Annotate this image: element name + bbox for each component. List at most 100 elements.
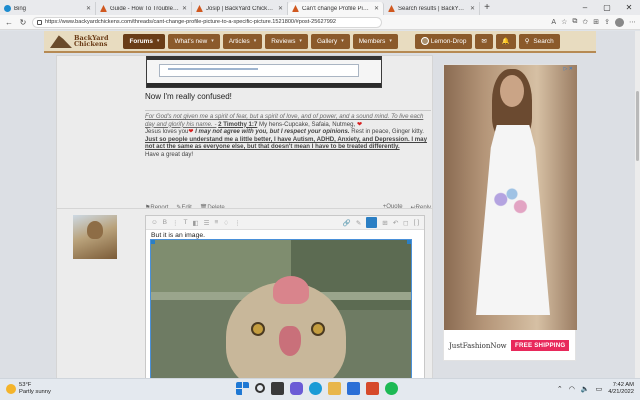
forum-post: Now I'm really confused! For God's not g… — [56, 55, 433, 225]
scrollbar-thumb[interactable] — [636, 91, 639, 161]
search-icon[interactable] — [255, 383, 265, 393]
close-icon[interactable]: ✕ — [278, 5, 283, 12]
nav-reviews[interactable]: Reviews ▾ — [265, 33, 308, 49]
profile-avatar[interactable] — [615, 17, 624, 27]
tab-title: Bing — [14, 5, 27, 12]
signature-reference[interactable]: 2 Timothy 1:7 — [218, 121, 257, 128]
minimize-icon[interactable]: – — [574, 0, 596, 15]
bold-icon[interactable]: B — [163, 219, 167, 226]
spotify-icon[interactable] — [385, 382, 398, 395]
reply-user-avatar[interactable] — [73, 215, 117, 259]
embedded-screenshot-image[interactable] — [146, 56, 382, 88]
preview-icon[interactable]: ◻ — [403, 219, 408, 227]
browser-tab-bing[interactable]: Bing ✕ — [0, 2, 96, 15]
chicken-comb — [273, 276, 309, 304]
color-icon[interactable]: ◧ — [192, 219, 198, 227]
nav-articles[interactable]: Articles ▾ — [222, 33, 263, 49]
ad-choices-icon[interactable]: ▷ ✕ — [564, 66, 573, 72]
edge-icon[interactable] — [309, 382, 322, 395]
store-icon[interactable] — [347, 382, 360, 395]
extensions-icon[interactable]: ⧉ — [572, 18, 577, 26]
maximize-icon[interactable]: ▢ — [596, 0, 618, 15]
close-icon[interactable]: ✕ — [470, 5, 475, 12]
file-explorer-icon[interactable] — [328, 382, 341, 395]
nav-members[interactable]: Members ▾ — [352, 33, 398, 49]
image-icon[interactable] — [366, 217, 378, 228]
free-shipping-badge[interactable]: FREE SHIPPING — [511, 340, 570, 351]
reply-box: ☺ B ⋮ T ◧ ☰ ≡ ♢ ⋮ 🔗 ✎ ⊞ ↶ ◻ [ ] But it i… — [56, 208, 433, 378]
close-icon[interactable]: ✕ — [182, 5, 187, 12]
more-menu-icon[interactable]: ⋯ — [629, 18, 636, 26]
browser-tab-search-results[interactable]: Search results | BackYard Chicke ✕ — [384, 2, 480, 15]
tab-title: Search results | BackYard Chicke — [398, 5, 467, 12]
new-tab-button[interactable]: + — [480, 2, 494, 15]
more-icon[interactable]: ⋮ — [234, 219, 241, 227]
sidebar-advertisement[interactable]: ▷ ✕ JustFashionNow FREE SHIPPING — [443, 64, 577, 361]
search-label: Search — [533, 37, 554, 45]
temperature: 53°F — [19, 382, 32, 388]
embedded-image-topbar — [147, 56, 381, 60]
envelope-icon: ✉ — [481, 38, 487, 45]
search-button[interactable]: ⚲ Search — [518, 33, 560, 49]
list-icon[interactable]: ☰ — [204, 219, 210, 227]
nav-gallery[interactable]: Gallery ▾ — [310, 33, 350, 49]
chicken-eye — [311, 322, 325, 336]
editor-text: But it is an image. — [151, 232, 206, 239]
browser-tab-guide[interactable]: Guide - How To Troubleshoot G ✕ — [96, 2, 192, 15]
more-text-icon[interactable]: ⋮ — [172, 219, 179, 227]
signature-autism: Just so people understand me a little be… — [145, 135, 427, 151]
bing-icon — [4, 5, 11, 12]
battery-icon[interactable]: ▭ — [596, 385, 603, 393]
undo-icon[interactable]: ↶ — [393, 219, 398, 227]
read-aloud-icon[interactable]: A — [551, 19, 556, 26]
bbcode-icon[interactable]: [ ] — [414, 219, 419, 226]
chat-icon[interactable] — [290, 382, 303, 395]
wifi-icon[interactable]: ◠ — [569, 385, 575, 393]
user-menu[interactable]: Lemon-Drop — [414, 33, 473, 49]
share-icon[interactable]: ⇪ — [604, 18, 610, 26]
nav-whats-new[interactable]: What's new ▾ — [168, 33, 220, 49]
back-icon[interactable]: ← — [4, 18, 14, 27]
chicken-image[interactable] — [150, 239, 412, 378]
chicken-wattle — [279, 326, 301, 356]
resize-handle[interactable] — [151, 240, 155, 244]
embedded-image-bottombar — [147, 83, 381, 87]
close-icon[interactable]: ✕ — [86, 5, 91, 12]
refresh-icon[interactable]: ↻ — [18, 18, 28, 27]
caret-down-icon: ▾ — [389, 38, 392, 44]
paint-icon[interactable]: ♢ — [223, 219, 229, 227]
favorites-icon[interactable]: ✩ — [582, 18, 588, 26]
smiley-icon[interactable]: ☺ — [151, 219, 158, 226]
logo-line-2: Chickens — [74, 40, 108, 48]
search-icon: ⚲ — [524, 38, 530, 45]
start-icon[interactable] — [236, 382, 249, 395]
alerts-button[interactable]: 🔔 — [495, 33, 516, 49]
nav-forums[interactable]: Forums ▾ — [123, 33, 166, 49]
favorite-star-icon[interactable]: ☆ — [561, 18, 567, 26]
tab-title: Guide - How To Troubleshoot G — [110, 5, 179, 12]
caret-down-icon: ▾ — [253, 38, 257, 44]
text-size-icon[interactable]: T — [183, 219, 187, 226]
collections-icon[interactable]: ⊞ — [593, 18, 599, 26]
browser-tab-josip[interactable]: Josip | BackYard Chickens - Lear ✕ — [192, 2, 288, 15]
browser-tab-profile-picture[interactable]: Can't change Profile Picture to a ✕ — [288, 2, 384, 15]
page-scrollbar[interactable] — [635, 31, 640, 378]
site-header: BackYard Chickens Forums ▾ What's new ▾ Ar… — [44, 31, 596, 53]
edit-image-icon[interactable]: ✎ — [356, 219, 361, 227]
inbox-button[interactable]: ✉ — [475, 33, 493, 49]
clock[interactable]: 7:42 AM 4/21/2022 — [608, 382, 634, 396]
site-logo[interactable]: BackYard Chickens — [50, 34, 108, 48]
resize-handle[interactable] — [407, 240, 411, 244]
rich-text-editor[interactable]: ☺ B ⋮ T ◧ ☰ ≡ ♢ ⋮ 🔗 ✎ ⊞ ↶ ◻ [ ] But it i… — [145, 215, 425, 378]
close-icon[interactable]: ✕ — [374, 5, 379, 12]
office-icon[interactable] — [366, 382, 379, 395]
address-bar[interactable]: https://www.backyardchickens.com/threads… — [32, 16, 382, 28]
link-icon[interactable]: 🔗 — [343, 219, 351, 227]
task-view-icon[interactable] — [271, 382, 284, 395]
volume-icon[interactable]: 🔈 — [581, 385, 590, 393]
close-window-icon[interactable]: ✕ — [618, 0, 640, 15]
weather-widget[interactable]: 53°F Partly sunny — [6, 382, 51, 396]
insert-icon[interactable]: ⊞ — [382, 219, 387, 227]
align-icon[interactable]: ≡ — [214, 219, 218, 226]
chevron-up-icon[interactable]: ⌃ — [557, 385, 563, 393]
